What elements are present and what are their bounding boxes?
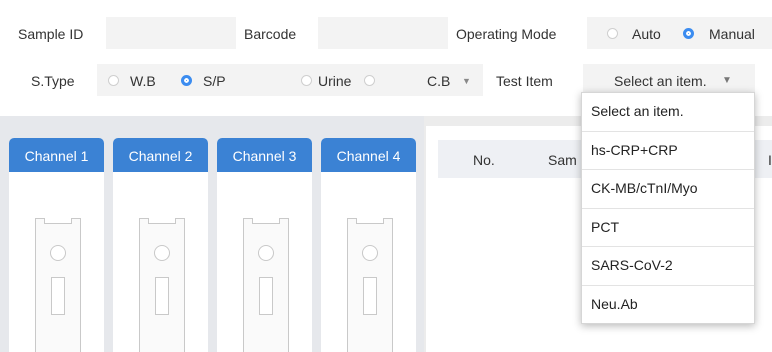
mode-manual-label[interactable]: Manual xyxy=(709,26,755,42)
stype-label: S.Type xyxy=(31,73,75,89)
operating-mode-label: Operating Mode xyxy=(456,26,557,42)
sample-id-input[interactable] xyxy=(106,17,236,49)
test-item-label: Test Item xyxy=(496,73,553,89)
column-sample: Sam xyxy=(548,152,577,168)
channel-card[interactable]: Channel 3 xyxy=(217,138,312,352)
dropdown-option[interactable]: CK-MB/cTnI/Myo xyxy=(582,170,754,209)
mode-auto-radio[interactable] xyxy=(607,28,618,39)
dropdown-option[interactable]: Neu.Ab xyxy=(582,286,754,324)
test-cartridge xyxy=(139,218,185,352)
mode-auto-label[interactable]: Auto xyxy=(632,26,661,42)
test-cartridge xyxy=(347,218,393,352)
test-item-value[interactable]: Select an item. xyxy=(614,73,707,89)
channel-title: Channel 2 xyxy=(113,138,208,172)
stype-cb-label[interactable]: C.B xyxy=(427,73,450,89)
test-cartridge xyxy=(243,218,289,352)
test-cartridge xyxy=(35,218,81,352)
barcode-input[interactable] xyxy=(318,17,448,49)
column-partial: I xyxy=(768,152,772,168)
channel-title: Channel 4 xyxy=(321,138,416,172)
dropdown-option[interactable]: SARS-CoV-2 xyxy=(582,247,754,286)
dropdown-option[interactable]: hs-CRP+CRP xyxy=(582,132,754,170)
stype-sp-label[interactable]: S/P xyxy=(203,73,226,89)
barcode-label: Barcode xyxy=(244,26,297,42)
channel-title: Channel 3 xyxy=(217,138,312,172)
dropdown-option[interactable]: PCT xyxy=(582,209,754,247)
stype-cb-radio[interactable] xyxy=(364,75,375,86)
stype-sp-radio[interactable] xyxy=(181,75,192,86)
channel-card[interactable]: Channel 1 xyxy=(9,138,104,352)
sample-id-label: Sample ID xyxy=(18,26,84,42)
test-item-dropdown: Select an item. hs-CRP+CRP CK-MB/cTnI/My… xyxy=(581,92,755,324)
dropdown-option[interactable]: Select an item. xyxy=(582,93,754,132)
stype-urine-radio[interactable] xyxy=(301,75,312,86)
stype-urine-label[interactable]: Urine xyxy=(318,73,351,89)
mode-manual-radio[interactable] xyxy=(683,28,694,39)
stype-wb-radio[interactable] xyxy=(108,75,119,86)
column-no: No. xyxy=(473,152,495,168)
channel-card[interactable]: Channel 2 xyxy=(113,138,208,352)
channel-title: Channel 1 xyxy=(9,138,104,172)
stype-wb-label[interactable]: W.B xyxy=(130,73,156,89)
channel-card[interactable]: Channel 4 xyxy=(321,138,416,352)
chevron-down-icon[interactable]: ▼ xyxy=(722,75,732,86)
chevron-down-icon[interactable]: ▼ xyxy=(462,76,471,86)
